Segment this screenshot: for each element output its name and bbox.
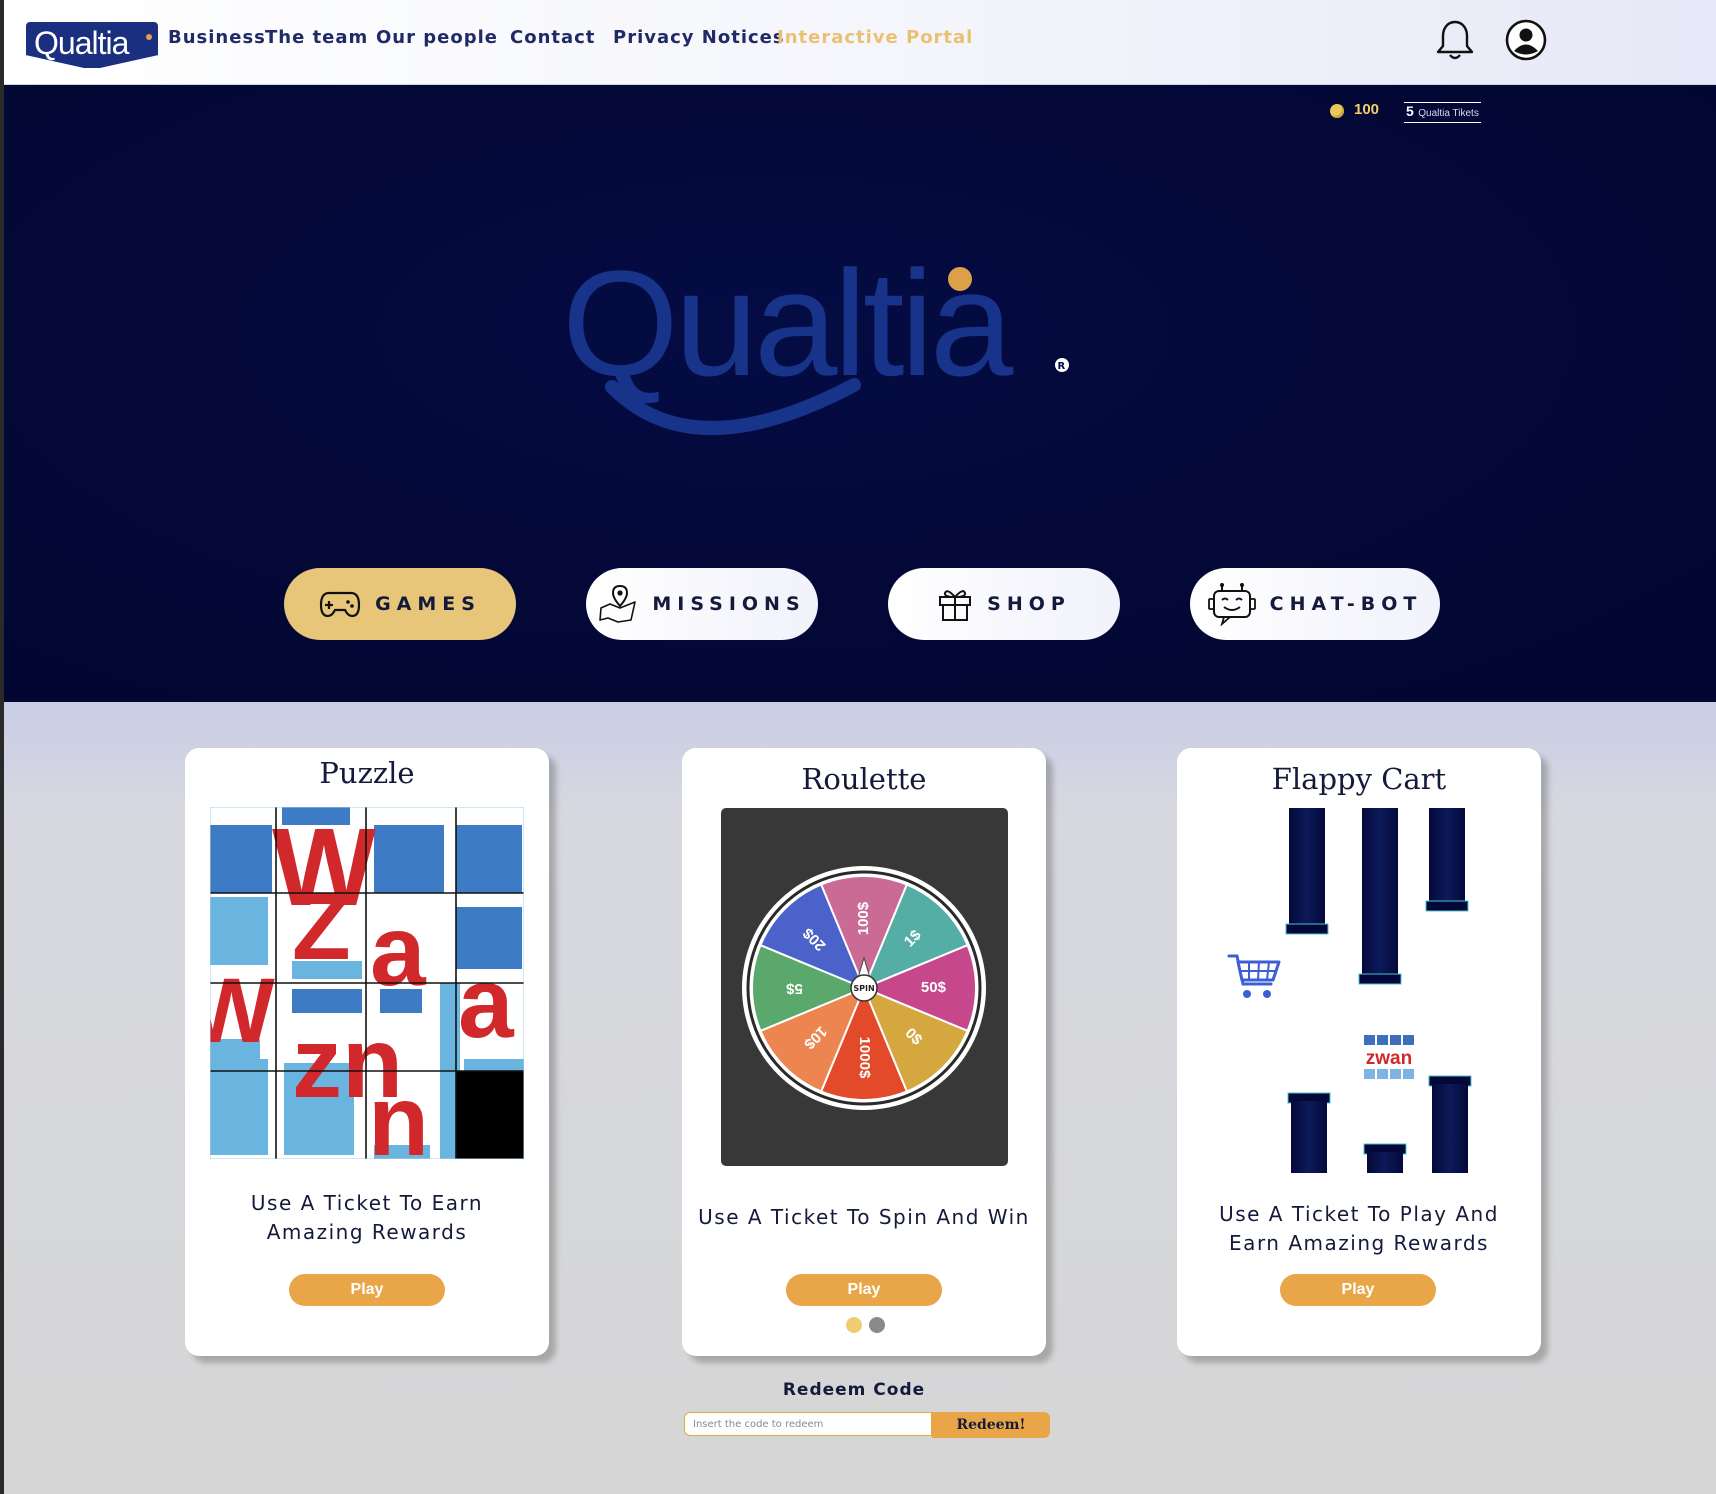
registered-mark: R — [1058, 361, 1066, 372]
roulette-segment-label: 50$ — [921, 979, 947, 996]
card-title-flappy-cart: Flappy Cart — [1271, 762, 1447, 796]
coin-count: 100 — [1354, 101, 1380, 118]
redeem-code-label: Redeem Code — [782, 1380, 926, 1400]
puzzle-letter: a — [370, 895, 427, 1007]
puzzle-letter: a — [458, 947, 515, 1059]
hero-brand-text: Qualtia — [562, 255, 1014, 407]
tab-missions-label: MISSIONS — [652, 593, 806, 615]
roulette-segment-label: 100$ — [855, 901, 872, 935]
puzzle-letter: n — [368, 1065, 429, 1159]
tab-shop[interactable]: SHOP — [888, 568, 1120, 640]
qualtia-hero-logo: Qualtia R — [562, 255, 1069, 435]
nav-link-our-people[interactable]: Our people — [376, 27, 498, 48]
roulette-wheel[interactable]: 100$1$50$0$1000$10$5$20$SPIN — [721, 808, 1008, 1166]
puzzle-game-preview[interactable]: W Z a W a zn n — [210, 807, 524, 1159]
gamepad-icon — [319, 591, 361, 618]
zwan-logo-text: zwan — [1366, 1048, 1412, 1069]
robot-icon — [1207, 583, 1256, 626]
game-card-roulette: Roulette 100$ 1$ 50$ 0$ 1000$ 10$ 5$ 20$ SPIN Us… — [682, 748, 1046, 1356]
carousel-dot[interactable] — [869, 1317, 885, 1333]
tab-chat-bot[interactable]: CHAT-BOT — [1190, 568, 1440, 640]
play-button-puzzle[interactable]: Play — [289, 1274, 445, 1306]
logo-dot — [146, 34, 152, 40]
carousel-dot-active[interactable] — [846, 1317, 862, 1333]
roulette-segment-label: 5$ — [786, 980, 803, 997]
user-icon[interactable] — [1504, 18, 1548, 62]
spin-label: SPIN — [853, 984, 874, 993]
bell-icon[interactable] — [1435, 18, 1475, 62]
coin-icon — [1330, 104, 1344, 118]
puzzle-letter: W — [210, 960, 275, 1062]
puzzle-letter: Z — [292, 873, 351, 980]
play-button-flappy-cart[interactable]: Play — [1280, 1274, 1436, 1306]
roulette-panel: 100$ 1$ 50$ 0$ 1000$ 10$ 5$ 20$ SPIN — [721, 808, 1008, 1166]
card-title-puzzle: Puzzle — [319, 756, 415, 790]
portal-page: Qualtia Business The team Our people Con… — [4, 0, 1716, 1494]
nav-link-interactive-portal[interactable]: Interactive Portal — [777, 27, 973, 48]
gift-icon — [939, 590, 972, 621]
nav-link-privacy-notices[interactable]: Privacy Notices — [613, 27, 785, 48]
tickets-label: Qualtia Tikets — [1418, 108, 1479, 119]
redeem-code-input[interactable] — [684, 1412, 932, 1436]
map-pin-icon — [599, 584, 637, 623]
logo-text: Qualtia — [34, 25, 129, 61]
zwan-logo: zwan — [1361, 1032, 1417, 1082]
qualtia-logo[interactable]: Qualtia — [26, 22, 158, 68]
tickets-badge: 5 Qualtia Tikets — [1404, 102, 1481, 123]
game-card-flappy-cart: Flappy Cart zwan Use A Ticket To Play An… — [1177, 748, 1541, 1356]
card-title-roulette: Roulette — [801, 762, 927, 796]
tab-games[interactable]: GAMES — [284, 568, 516, 640]
nav-link-business[interactable]: Business — [168, 27, 266, 48]
nav-link-the-team[interactable]: The team — [265, 27, 368, 48]
shopping-cart-icon — [1227, 954, 1281, 998]
tab-shop-label: SHOP — [987, 593, 1071, 615]
redeem-button[interactable]: Redeem! — [932, 1412, 1050, 1438]
tab-games-label: GAMES — [375, 593, 481, 615]
card-desc-puzzle: Use A Ticket To Earn Amazing Rewards — [250, 1191, 484, 1244]
play-button-roulette[interactable]: Play — [786, 1274, 942, 1306]
card-desc-roulette: Use A Ticket To Spin And Win — [698, 1205, 1030, 1229]
game-card-puzzle: Puzzle W Z a W a zn n Use A Ticket To Ea… — [185, 748, 549, 1356]
card-desc-flappy-cart: Use A Ticket To Play And Earn Amazing Re… — [1219, 1202, 1499, 1255]
tickets-count: 5 — [1406, 103, 1414, 119]
top-navigation-bar: Qualtia Business The team Our people Con… — [4, 0, 1716, 85]
flappy-cart-preview[interactable]: zwan — [1217, 808, 1507, 1178]
nav-link-contact[interactable]: Contact — [510, 27, 595, 48]
tab-missions[interactable]: MISSIONS — [586, 568, 818, 640]
tab-chat-bot-label: CHAT-BOT — [1269, 593, 1423, 615]
roulette-segment-label: 1000$ — [856, 1037, 873, 1079]
